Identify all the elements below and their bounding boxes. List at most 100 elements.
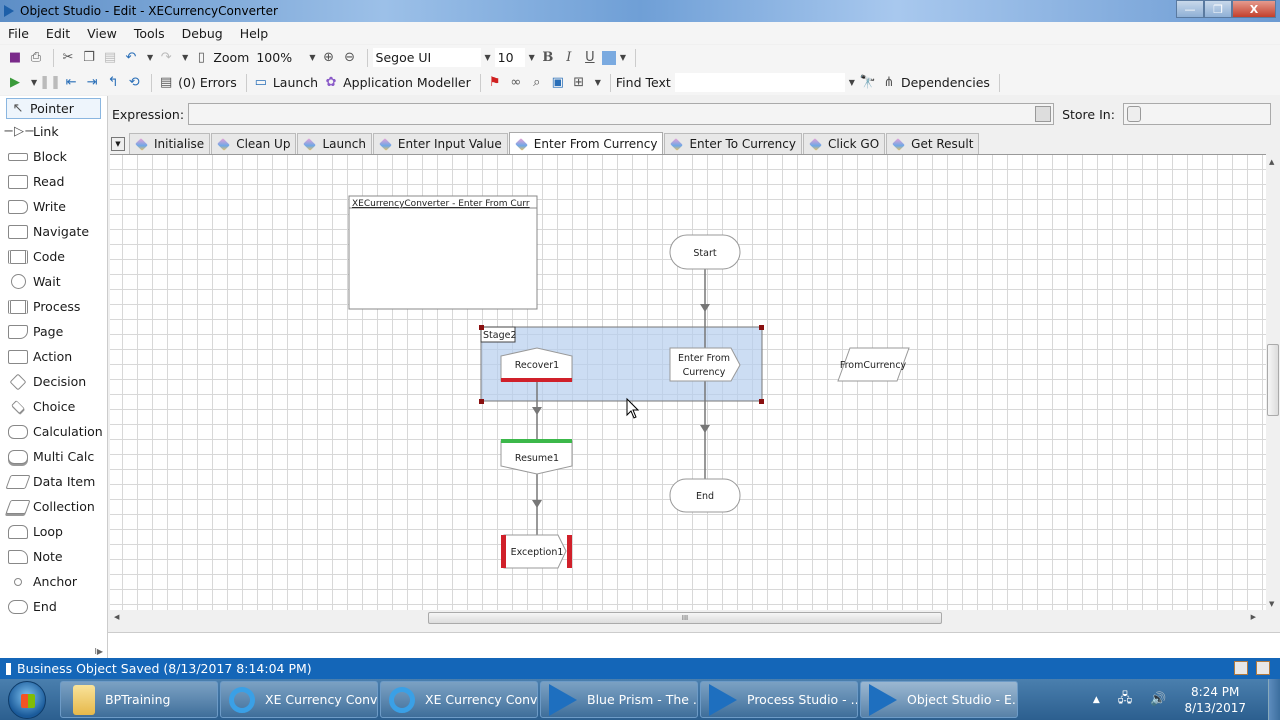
tool-block[interactable]: Block [0, 144, 107, 169]
tab-list-dropdown-icon[interactable]: ▼ [111, 137, 125, 151]
watch-icon[interactable]: ∞ [507, 74, 525, 92]
scroll-up-icon[interactable]: ▲ [1269, 158, 1274, 166]
tool-link[interactable]: −▷− Link [0, 119, 107, 144]
zoom-in-icon[interactable]: ⊕ [320, 49, 338, 67]
breakpoint-flag-icon[interactable]: ⚑ [486, 74, 504, 92]
taskbar-item-ie-2[interactable]: XE Currency Conv... [380, 681, 538, 718]
redo-icon[interactable]: ↷ [157, 49, 175, 67]
tool-end[interactable]: End [0, 594, 107, 619]
grid-layout-icon[interactable]: ⊞ [570, 74, 588, 92]
tool-pointer[interactable]: ↖ Pointer [6, 98, 101, 119]
paste-icon[interactable]: ▤ [101, 49, 119, 67]
store-in-input[interactable] [1122, 103, 1271, 125]
tool-navigate[interactable]: Navigate [0, 219, 107, 244]
menu-file[interactable]: File [8, 26, 29, 41]
tool-read[interactable]: Read [0, 169, 107, 194]
launch-button[interactable]: Launch [273, 75, 318, 90]
resize-handle[interactable] [759, 399, 764, 404]
tab-enter-input-value[interactable]: Enter Input Value [372, 133, 508, 154]
tool-choice[interactable]: Choice [0, 394, 107, 419]
volume-icon[interactable]: 🔊 [1150, 692, 1166, 707]
tool-wait[interactable]: Wait [0, 269, 107, 294]
show-desktop-button[interactable] [1268, 679, 1280, 720]
tool-process[interactable]: Process [0, 294, 107, 319]
network-icon[interactable]: 🖧 [1118, 689, 1133, 711]
diagram-canvas[interactable]: XECurrencyConverter - Enter From Curr St… [110, 154, 1266, 610]
menu-help[interactable]: Help [240, 26, 269, 41]
font-size-dropdown-icon[interactable]: ▼ [529, 53, 535, 62]
end-stage[interactable]: End [669, 478, 741, 513]
tab-initialise[interactable]: Initialise [129, 133, 211, 154]
copy-icon[interactable]: ❐ [80, 49, 98, 67]
font-name-select[interactable]: Segoe UI [372, 48, 481, 67]
zoom-dropdown-icon[interactable]: ▼ [309, 53, 315, 62]
validate-icon[interactable]: ⌕ [528, 74, 546, 92]
expression-input[interactable] [188, 103, 1055, 125]
status-panel-icon[interactable] [1234, 661, 1248, 675]
tool-action[interactable]: Action [0, 344, 107, 369]
tab-clean-up[interactable]: Clean Up [211, 133, 297, 154]
tab-click-go[interactable]: Click GO [802, 133, 886, 154]
maximize-button[interactable]: ❐ [1204, 0, 1232, 18]
undo-icon[interactable]: ↶ [122, 49, 140, 67]
tab-enter-from-currency[interactable]: Enter From Currency [508, 132, 664, 155]
menu-tools[interactable]: Tools [134, 26, 165, 41]
run-icon[interactable]: ▶ [6, 74, 24, 92]
tab-launch[interactable]: Launch [297, 133, 372, 154]
errors-button[interactable]: (0) Errors [178, 75, 237, 90]
exception-stage[interactable]: Exception1 [501, 534, 572, 569]
minimize-button[interactable]: — [1176, 0, 1204, 18]
reset-icon[interactable]: ⟲ [125, 74, 143, 92]
application-modeller-button[interactable]: Application Modeller [343, 75, 471, 90]
tool-data-item[interactable]: Data Item [0, 469, 107, 494]
resize-handle[interactable] [479, 399, 484, 404]
font-size-select[interactable]: 10 [494, 48, 525, 67]
fill-color-button[interactable] [601, 50, 616, 65]
italic-button[interactable]: I [560, 49, 578, 67]
tool-page[interactable]: Page [0, 319, 107, 344]
pause-icon[interactable]: ❚❚ [39, 74, 61, 92]
save-icon[interactable]: ■ [6, 49, 24, 67]
close-button[interactable]: X [1232, 0, 1276, 18]
resize-handle[interactable] [759, 325, 764, 330]
status-note-icon[interactable] [1256, 661, 1270, 675]
system-clock[interactable]: 8:24 PM 8/13/2017 [1184, 684, 1246, 716]
font-name-dropdown-icon[interactable]: ▼ [485, 53, 491, 62]
tool-calculation[interactable]: Calculation [0, 419, 107, 444]
undo-dropdown-icon[interactable]: ▼ [147, 53, 153, 62]
taskbar-item-object-studio[interactable]: Object Studio - E... [860, 681, 1018, 718]
menu-debug[interactable]: Debug [182, 26, 223, 41]
tool-code[interactable]: Code [0, 244, 107, 269]
data-item-fromcurrency[interactable]: FromCurrency [837, 347, 910, 382]
menu-edit[interactable]: Edit [46, 26, 70, 41]
tool-note[interactable]: Note [0, 544, 107, 569]
binoculars-icon[interactable]: 🔭 [859, 74, 877, 92]
menu-view[interactable]: View [87, 26, 117, 41]
page-info-box[interactable]: XECurrencyConverter - Enter From Curr [348, 195, 538, 310]
zoom-out-icon[interactable]: ⊖ [341, 49, 359, 67]
underline-button[interactable]: U [581, 49, 599, 67]
horizontal-scrollbar[interactable]: ◀ III ▶ [110, 610, 1266, 626]
scroll-down-icon[interactable]: ▼ [1269, 600, 1274, 608]
scroll-left-icon[interactable]: ◀ [114, 613, 119, 621]
panel-icon[interactable]: ▣ [549, 74, 567, 92]
tool-decision[interactable]: Decision [0, 369, 107, 394]
run-dropdown-icon[interactable]: ▼ [31, 78, 37, 87]
cut-icon[interactable]: ✂ [59, 49, 77, 67]
tool-collection[interactable]: Collection [0, 494, 107, 519]
print-icon[interactable]: ⎙ [27, 49, 45, 67]
find-text-input[interactable] [674, 73, 845, 92]
taskbar-item-blue-prism[interactable]: Blue Prism - The ... [540, 681, 698, 718]
tool-anchor[interactable]: Anchor [0, 569, 107, 594]
taskbar-item-process-studio[interactable]: Process Studio - ... [700, 681, 858, 718]
calculator-icon[interactable] [1035, 106, 1052, 122]
resize-handle[interactable] [479, 325, 484, 330]
redo-dropdown-icon[interactable]: ▼ [182, 53, 188, 62]
horizontal-scroll-thumb[interactable]: III [428, 612, 942, 624]
start-button[interactable] [8, 680, 46, 719]
step-over-icon[interactable]: ⇥ [83, 74, 101, 92]
show-hidden-icons[interactable]: ▲ [1093, 695, 1100, 705]
vertical-scroll-thumb[interactable] [1267, 344, 1279, 416]
start-stage[interactable]: Start [669, 234, 741, 270]
action-stage-enter-from-currency[interactable]: Enter From Currency [669, 347, 741, 382]
